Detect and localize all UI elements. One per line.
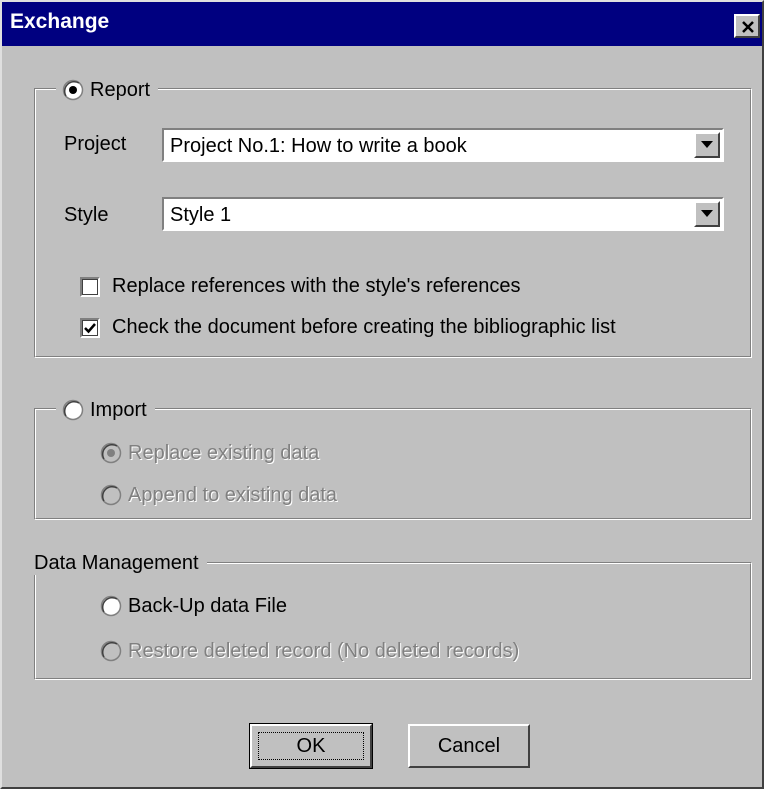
dialog-title: Exchange bbox=[10, 10, 110, 33]
style-combobox[interactable]: Style 1 bbox=[162, 197, 724, 231]
cancel-button[interactable]: Cancel bbox=[408, 724, 530, 768]
radio-selected-icon bbox=[62, 79, 84, 101]
style-value: Style 1 bbox=[170, 204, 232, 226]
project-dropdown-button[interactable] bbox=[694, 132, 720, 158]
checkmark-icon bbox=[84, 323, 96, 334]
replace-references-checkbox[interactable] bbox=[80, 277, 100, 297]
import-label: Import bbox=[90, 399, 147, 421]
radio-unselected-disabled-icon bbox=[100, 484, 122, 506]
close-button[interactable] bbox=[734, 14, 760, 38]
project-value: Project No.1: How to write a book bbox=[170, 135, 467, 157]
project-label: Project bbox=[64, 133, 127, 155]
import-radio[interactable]: Import bbox=[56, 398, 155, 422]
exchange-dialog: Exchange Report Project Project No.1: Ho… bbox=[0, 0, 764, 789]
replace-existing-label: Replace existing data bbox=[128, 442, 320, 464]
project-combobox[interactable]: Project No.1: How to write a book bbox=[162, 128, 724, 162]
radio-unselected-disabled-icon bbox=[100, 640, 122, 662]
backup-label: Back-Up data File bbox=[128, 595, 287, 617]
report-radio[interactable]: Report bbox=[56, 78, 159, 102]
radio-selected-disabled-icon bbox=[100, 442, 122, 464]
style-dropdown-button[interactable] bbox=[694, 201, 720, 227]
append-existing-radio[interactable]: Append to existing data bbox=[100, 483, 337, 507]
radio-unselected-icon bbox=[100, 595, 122, 617]
ok-button[interactable]: OK bbox=[249, 723, 373, 769]
backup-radio[interactable]: Back-Up data File bbox=[100, 594, 287, 618]
replace-references-label: Replace references with the style's refe… bbox=[112, 275, 521, 297]
report-label: Report bbox=[90, 79, 151, 101]
cancel-label: Cancel bbox=[437, 734, 501, 757]
close-icon bbox=[742, 21, 754, 33]
check-document-label: Check the document before creating the b… bbox=[112, 316, 616, 338]
focus-rectangle bbox=[258, 732, 364, 760]
style-label: Style bbox=[64, 204, 109, 226]
check-document-checkbox[interactable] bbox=[80, 318, 100, 338]
title-bar[interactable]: Exchange bbox=[2, 2, 762, 46]
replace-existing-radio[interactable]: Replace existing data bbox=[100, 441, 319, 465]
radio-unselected-icon bbox=[62, 399, 84, 421]
restore-radio[interactable]: Restore deleted record (No deleted recor… bbox=[100, 639, 519, 663]
append-existing-label: Append to existing data bbox=[128, 484, 338, 506]
restore-label: Restore deleted record (No deleted recor… bbox=[128, 640, 520, 662]
data-management-label: Data Management bbox=[34, 552, 199, 574]
chevron-down-icon bbox=[701, 210, 713, 217]
chevron-down-icon bbox=[701, 141, 713, 148]
data-management-legend: Data Management bbox=[30, 551, 207, 575]
